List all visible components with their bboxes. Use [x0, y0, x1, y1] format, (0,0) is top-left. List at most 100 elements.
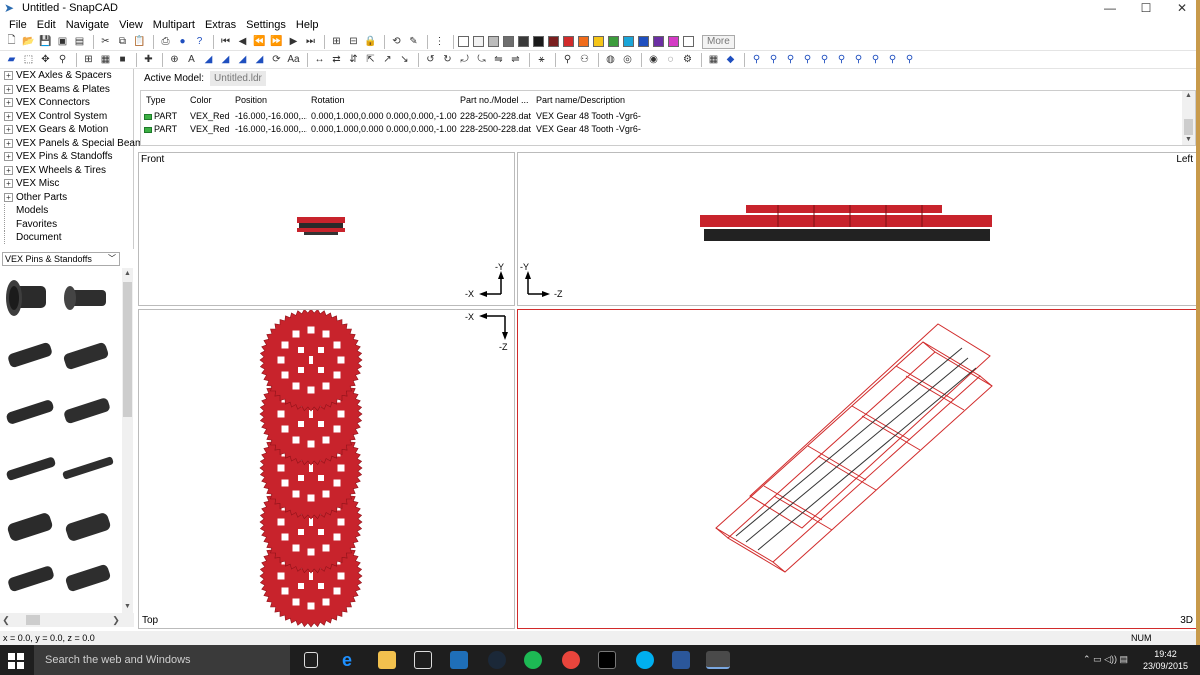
part-thumb-pin-8[interactable] — [62, 456, 114, 480]
four-views-icon[interactable]: ⊞ — [81, 52, 96, 67]
eye-icon[interactable]: ◉ — [646, 52, 661, 67]
expand-plus-icon[interactable]: + — [4, 138, 13, 148]
prev-step-icon[interactable]: ◀ — [235, 34, 250, 49]
select-region-icon[interactable]: ⬚ — [21, 52, 36, 67]
scroll-down-icon[interactable]: ▼ — [1182, 135, 1195, 145]
open-file-icon[interactable]: 📂 — [21, 34, 36, 49]
paste-icon[interactable]: 📋 — [132, 34, 147, 49]
menu-navigate[interactable]: Navigate — [61, 19, 114, 31]
globe-alt-icon[interactable]: ◎ — [620, 52, 635, 67]
cut-icon[interactable]: ✂ — [98, 34, 113, 49]
expand-plus-icon[interactable]: + — [4, 165, 13, 175]
turn-left-icon[interactable]: ⤾ — [457, 52, 472, 67]
zoom-icon[interactable]: ⚲ — [55, 52, 70, 67]
color-swatch-8[interactable] — [563, 36, 574, 47]
table-scroll-thumb[interactable] — [1184, 119, 1193, 135]
tree-item-favorites[interactable]: Favorites — [0, 217, 133, 232]
close-button[interactable]: ✕ — [1164, 0, 1200, 16]
snapcad-taskbar-icon[interactable] — [706, 651, 730, 669]
parts-scroll-thumb[interactable] — [123, 282, 132, 417]
edge-browser-icon[interactable]: e — [342, 651, 360, 669]
first-step-icon[interactable]: ⏮ — [218, 34, 233, 49]
part-thumb-pin-9[interactable] — [6, 512, 53, 543]
tree-item-vex-panels-special-beams[interactable]: + VEX Panels & Special Beams — [0, 137, 148, 151]
viewport-front[interactable]: Front -Y -X — [138, 152, 515, 306]
part-thumb-pin-2[interactable] — [64, 286, 106, 310]
col-rotation[interactable]: Rotation — [311, 94, 345, 107]
orbit-left-icon[interactable]: ↺ — [423, 52, 438, 67]
help-icon[interactable]: ? — [192, 34, 207, 49]
color-swatch-3[interactable] — [488, 36, 499, 47]
col-description[interactable]: Part name/Description — [536, 94, 625, 107]
expand-plus-icon[interactable]: + — [4, 179, 13, 189]
move-x-icon[interactable]: ↔ — [312, 52, 327, 67]
magnifier-7-icon[interactable]: ⚲ — [851, 52, 866, 67]
color-swatch-11[interactable] — [608, 36, 619, 47]
step-insert-icon[interactable]: ⊞ — [329, 34, 344, 49]
color-swatch-12[interactable] — [623, 36, 634, 47]
print-icon[interactable]: ⎙ — [158, 34, 173, 49]
chrome-icon[interactable] — [562, 651, 580, 669]
tree-item-document[interactable]: Document — [0, 231, 133, 245]
move-diag-icon[interactable]: ↘ — [397, 52, 412, 67]
globe-icon[interactable]: ◍ — [603, 52, 618, 67]
mirror-icon[interactable]: ⇌ — [508, 52, 523, 67]
remote-desktop-icon[interactable] — [450, 651, 468, 669]
last-step-icon[interactable]: ⏭ — [303, 34, 318, 49]
tree-item-vex-beams-plates[interactable]: + VEX Beams & Plates — [0, 83, 133, 97]
part-category-select[interactable]: VEX Pins & Standoffs ﹀ — [2, 252, 120, 266]
expand-plus-icon[interactable]: + — [4, 152, 13, 162]
expand-plus-icon[interactable]: + — [4, 125, 13, 135]
text-icon[interactable]: Aa — [286, 52, 301, 67]
move-icon[interactable]: ✥ — [38, 52, 53, 67]
step-delete-icon[interactable]: ⊟ — [346, 34, 361, 49]
pencil-icon[interactable]: ✎ — [406, 34, 421, 49]
minimize-button[interactable]: — — [1092, 0, 1128, 16]
horizontal-scroll-thumb[interactable] — [26, 615, 40, 625]
expand-plus-icon[interactable]: + — [4, 192, 13, 202]
viewport-3d[interactable]: 3D — [517, 309, 1198, 629]
task-view-icon[interactable] — [304, 652, 318, 668]
align-icon[interactable]: ⚹ — [534, 52, 549, 67]
taskbar-search-input[interactable]: Search the web and Windows — [34, 645, 290, 675]
tree-item-vex-misc[interactable]: + VEX Misc — [0, 177, 133, 191]
grid-icon[interactable]: ▦ — [98, 52, 113, 67]
turn-right-icon[interactable]: ⤿ — [474, 52, 489, 67]
table-row[interactable]: PART VEX_Red -16.000,-16.000,... 0.000,1… — [141, 123, 1181, 136]
next-step-icon[interactable]: ▶ — [286, 34, 301, 49]
bom-icon[interactable]: ⋮ — [432, 34, 447, 49]
expand-plus-icon[interactable]: + — [4, 71, 13, 81]
forward-icon[interactable]: ⏩ — [269, 34, 284, 49]
tree-item-vex-connectors[interactable]: + VEX Connectors — [0, 96, 133, 110]
save-as-icon[interactable]: ▤ — [72, 34, 87, 49]
part-thumb-pin-4[interactable] — [63, 342, 110, 371]
color-swatch-2[interactable] — [473, 36, 484, 47]
table-row[interactable]: PART VEX_Red -16.000,-16.000,... 0.000,1… — [141, 110, 1181, 123]
person-alt-icon[interactable]: ⚇ — [577, 52, 592, 67]
magnifier-6-icon[interactable]: ⚲ — [834, 52, 849, 67]
rotate-free-icon[interactable]: ⟳ — [269, 52, 284, 67]
menu-file[interactable]: File — [4, 19, 32, 31]
rewind-icon[interactable]: ⏪ — [252, 34, 267, 49]
table-scrollbar[interactable]: ▲ ▼ — [1182, 91, 1195, 145]
copy-icon[interactable]: ⧉ — [115, 34, 130, 49]
rotate-all-icon[interactable]: ◢ — [252, 52, 267, 67]
lock-icon[interactable]: 🔒 — [363, 34, 378, 49]
single-view-icon[interactable]: ■ — [115, 52, 130, 67]
magnifier-2-icon[interactable]: ⚲ — [766, 52, 781, 67]
scroll-down-icon[interactable]: ▼ — [122, 601, 133, 613]
magnifier-3-icon[interactable]: ⚲ — [783, 52, 798, 67]
scroll-left-icon[interactable]: ❮ — [0, 613, 12, 627]
magnifier-4-icon[interactable]: ⚲ — [800, 52, 815, 67]
color-swatch-1[interactable] — [458, 36, 469, 47]
menu-settings[interactable]: Settings — [241, 19, 291, 31]
tray-icons[interactable]: ⌃ ▭ ◁)) ▤ — [1083, 654, 1128, 665]
expand-plus-icon[interactable]: + — [4, 111, 13, 121]
tree-item-vex-pins-standoffs[interactable]: + VEX Pins & Standoffs — [0, 150, 133, 164]
select-icon[interactable]: ▰ — [4, 52, 19, 67]
steam-icon[interactable] — [488, 651, 506, 669]
color-swatch-13[interactable] — [638, 36, 649, 47]
rotate-y-icon[interactable]: ◢ — [218, 52, 233, 67]
tree-item-vex-axles-spacers[interactable]: + VEX Axles & Spacers — [0, 69, 133, 83]
info-icon[interactable]: ● — [175, 34, 190, 49]
